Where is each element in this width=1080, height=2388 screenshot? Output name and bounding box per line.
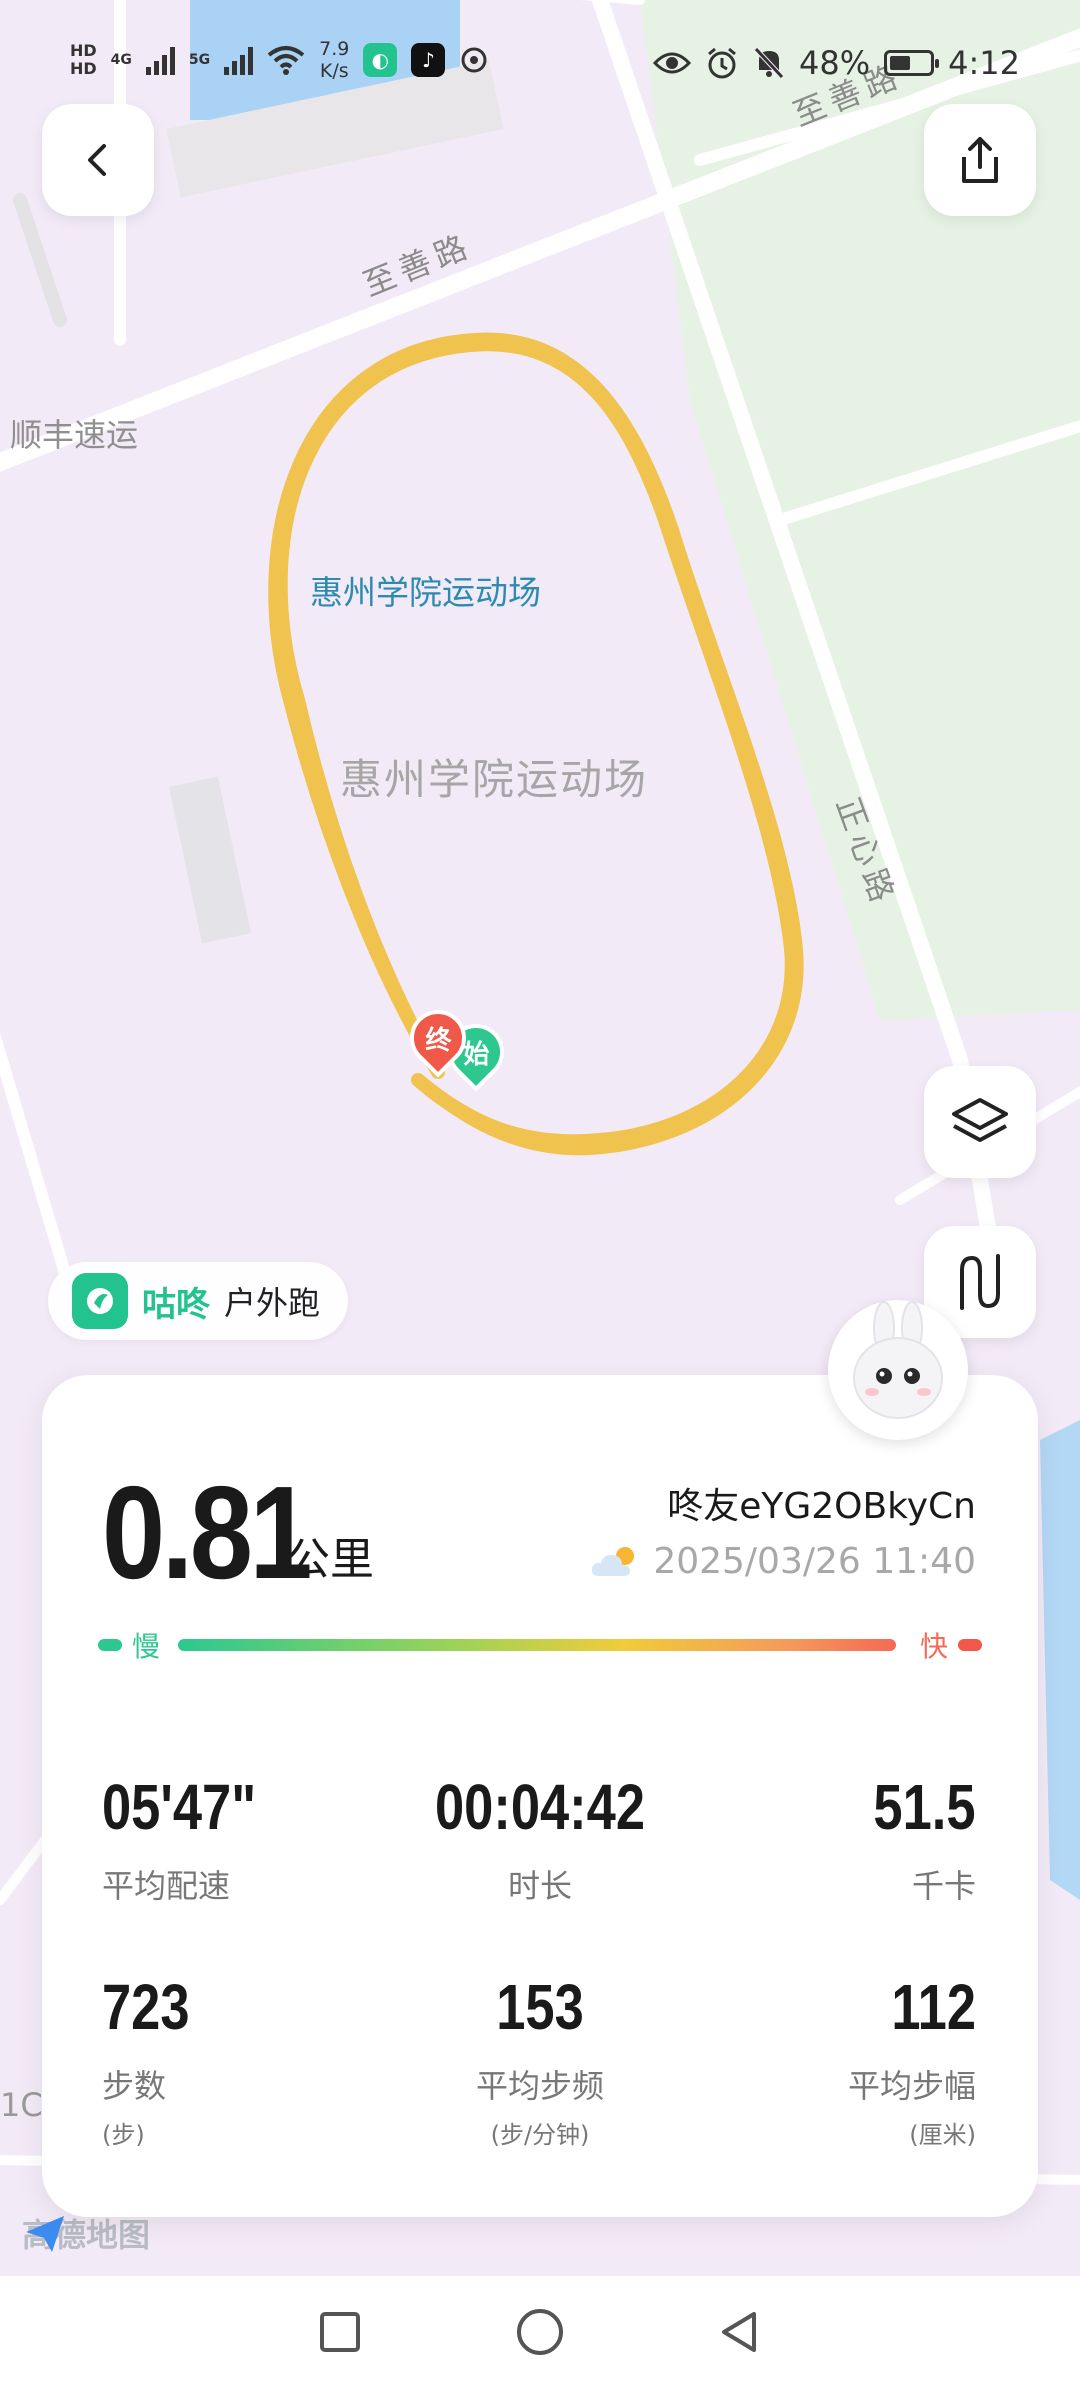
poi-label-partial: 1C bbox=[0, 2086, 43, 2124]
home-circle-icon[interactable] bbox=[514, 2306, 566, 2358]
net-speed-unit: K/s bbox=[319, 60, 349, 82]
back-triangle-icon[interactable] bbox=[716, 2308, 764, 2356]
net-speed-value: 7.9 bbox=[319, 38, 350, 60]
avg-pace-value: 05'47" bbox=[102, 1771, 257, 1843]
username: 咚友eYG2OBkyCn bbox=[667, 1486, 976, 1527]
steps-unit: (步) bbox=[102, 2121, 145, 2149]
avg-pace-label: 平均配速 bbox=[102, 1867, 231, 1905]
share-icon bbox=[962, 137, 998, 183]
duration-value: 00:04:42 bbox=[434, 1771, 646, 1843]
brand-name: 咕咚 bbox=[142, 1284, 210, 1325]
distance-value: 0.81 bbox=[102, 1459, 313, 1606]
status-bar: HD HD 4G 5G 7.9 K/s ◐ ♪ 48% 4:12 bbox=[0, 0, 1080, 130]
signal-sim1-icon bbox=[145, 45, 175, 75]
pace-slow-label: 慢 bbox=[132, 1630, 161, 1663]
start-marker-label: 始 bbox=[462, 1039, 490, 1070]
back-button[interactable] bbox=[42, 104, 154, 216]
weather-cloudy-icon bbox=[592, 1546, 635, 1576]
steps-value: 723 bbox=[102, 1971, 190, 2043]
status-left: HD HD 4G 5G 7.9 K/s ◐ ♪ bbox=[70, 38, 489, 82]
hd1-indicator: HD bbox=[70, 41, 97, 60]
alarm-icon bbox=[708, 47, 736, 79]
codoon-logo-icon bbox=[72, 1273, 128, 1329]
tiktok-notification-icon: ♪ bbox=[411, 43, 446, 77]
bunny-avatar-icon bbox=[853, 1301, 943, 1419]
battery-icon bbox=[884, 50, 940, 76]
chevron-left-icon bbox=[88, 144, 106, 176]
signal-sim2-icon bbox=[224, 45, 254, 75]
activity-type: 户外跑 bbox=[224, 1284, 321, 1322]
clock-time: 4:12 bbox=[948, 44, 1020, 82]
wifi-icon bbox=[267, 46, 305, 75]
stat-steps: 723 步数 (步) bbox=[102, 1975, 209, 2150]
stat-calories: 51.5 千卡 bbox=[851, 1775, 976, 1907]
hd-indicators: HD HD bbox=[70, 42, 97, 78]
calories-value: 51.5 bbox=[873, 1771, 976, 1843]
sim1-net-type: 4G bbox=[110, 52, 132, 68]
layers-button[interactable] bbox=[924, 1066, 1036, 1178]
cadence-value: 153 bbox=[496, 1971, 584, 2043]
location-notification-icon bbox=[461, 47, 487, 73]
status-right: 48% 4:12 bbox=[653, 44, 1020, 82]
calories-label: 千卡 bbox=[911, 1867, 976, 1905]
avatar[interactable] bbox=[828, 1300, 968, 1440]
distance-unit: 公里 bbox=[286, 1534, 374, 1585]
poi-label-sf: 顺丰速运 bbox=[10, 416, 139, 454]
pace-bar-fast-cap bbox=[958, 1639, 982, 1651]
poi-label-stadium: 惠州学院运动场 bbox=[310, 573, 541, 612]
stride-unit: (厘米) bbox=[909, 2121, 976, 2149]
hd2-indicator: HD bbox=[70, 59, 97, 78]
mute-bell-icon bbox=[754, 47, 784, 79]
amap-logo-icon bbox=[26, 2216, 64, 2252]
pace-bar-slow-cap bbox=[98, 1639, 122, 1651]
stat-duration: 00:04:42 时长 bbox=[390, 1775, 690, 1907]
sim2-net-type: 5G bbox=[188, 52, 211, 68]
area-label-stadium: 惠州学院运动场 bbox=[340, 755, 649, 804]
system-nav-bar bbox=[0, 2276, 1080, 2388]
battery-percent: 48% bbox=[799, 44, 871, 82]
activity-datetime: 2025/03/26 11:40 bbox=[589, 1541, 976, 1582]
cadence-label: 平均步频 bbox=[475, 2067, 604, 2105]
end-marker-label: 终 bbox=[424, 1025, 452, 1056]
codoon-notification-icon: ◐ bbox=[363, 43, 398, 77]
stride-label: 平均步幅 bbox=[847, 2067, 976, 2105]
share-button[interactable] bbox=[924, 104, 1036, 216]
eye-icon bbox=[653, 52, 692, 74]
steps-label: 步数 bbox=[102, 2067, 167, 2105]
activity-summary-card: 0.81 公里 咚友eYG2OBkyCn 2025/03/26 11:40 慢 … bbox=[42, 1375, 1038, 2217]
app-activity-badge: 咕咚 户外跑 bbox=[48, 1262, 349, 1340]
pace-legend-bar: 慢 快 bbox=[98, 1625, 982, 1665]
pace-gradient bbox=[178, 1639, 896, 1651]
stat-avg-pace: 05'47" 平均配速 bbox=[102, 1775, 290, 1907]
stat-stride: 112 平均步幅 (厘米) bbox=[848, 1975, 976, 2150]
duration-label: 时长 bbox=[507, 1867, 572, 1905]
net-speed: 7.9 K/s bbox=[319, 38, 349, 82]
cadence-unit: (步/分钟) bbox=[490, 2121, 590, 2149]
layers-icon bbox=[952, 1098, 1008, 1142]
stat-cadence: 153 平均步频 (步/分钟) bbox=[390, 1975, 690, 2150]
datetime-text: 2025/03/26 11:40 bbox=[653, 1541, 976, 1582]
recents-square-icon[interactable] bbox=[316, 2308, 364, 2356]
stride-value: 112 bbox=[891, 1971, 976, 2043]
pace-fast-label: 快 bbox=[919, 1630, 948, 1663]
